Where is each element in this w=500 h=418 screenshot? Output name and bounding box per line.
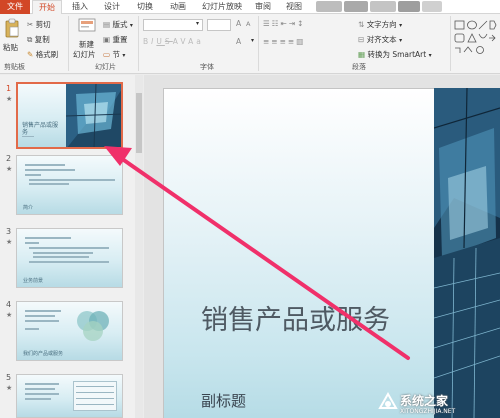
- annotation-arrow: [104, 146, 410, 360]
- watermark-logo-icon: [378, 392, 398, 409]
- watermark-brand: 系统之家: [400, 394, 449, 408]
- watermark: 系统之家 XITONGZHIJIA.NET: [378, 392, 500, 418]
- watermark-url: XITONGZHIJIA.NET: [400, 408, 456, 415]
